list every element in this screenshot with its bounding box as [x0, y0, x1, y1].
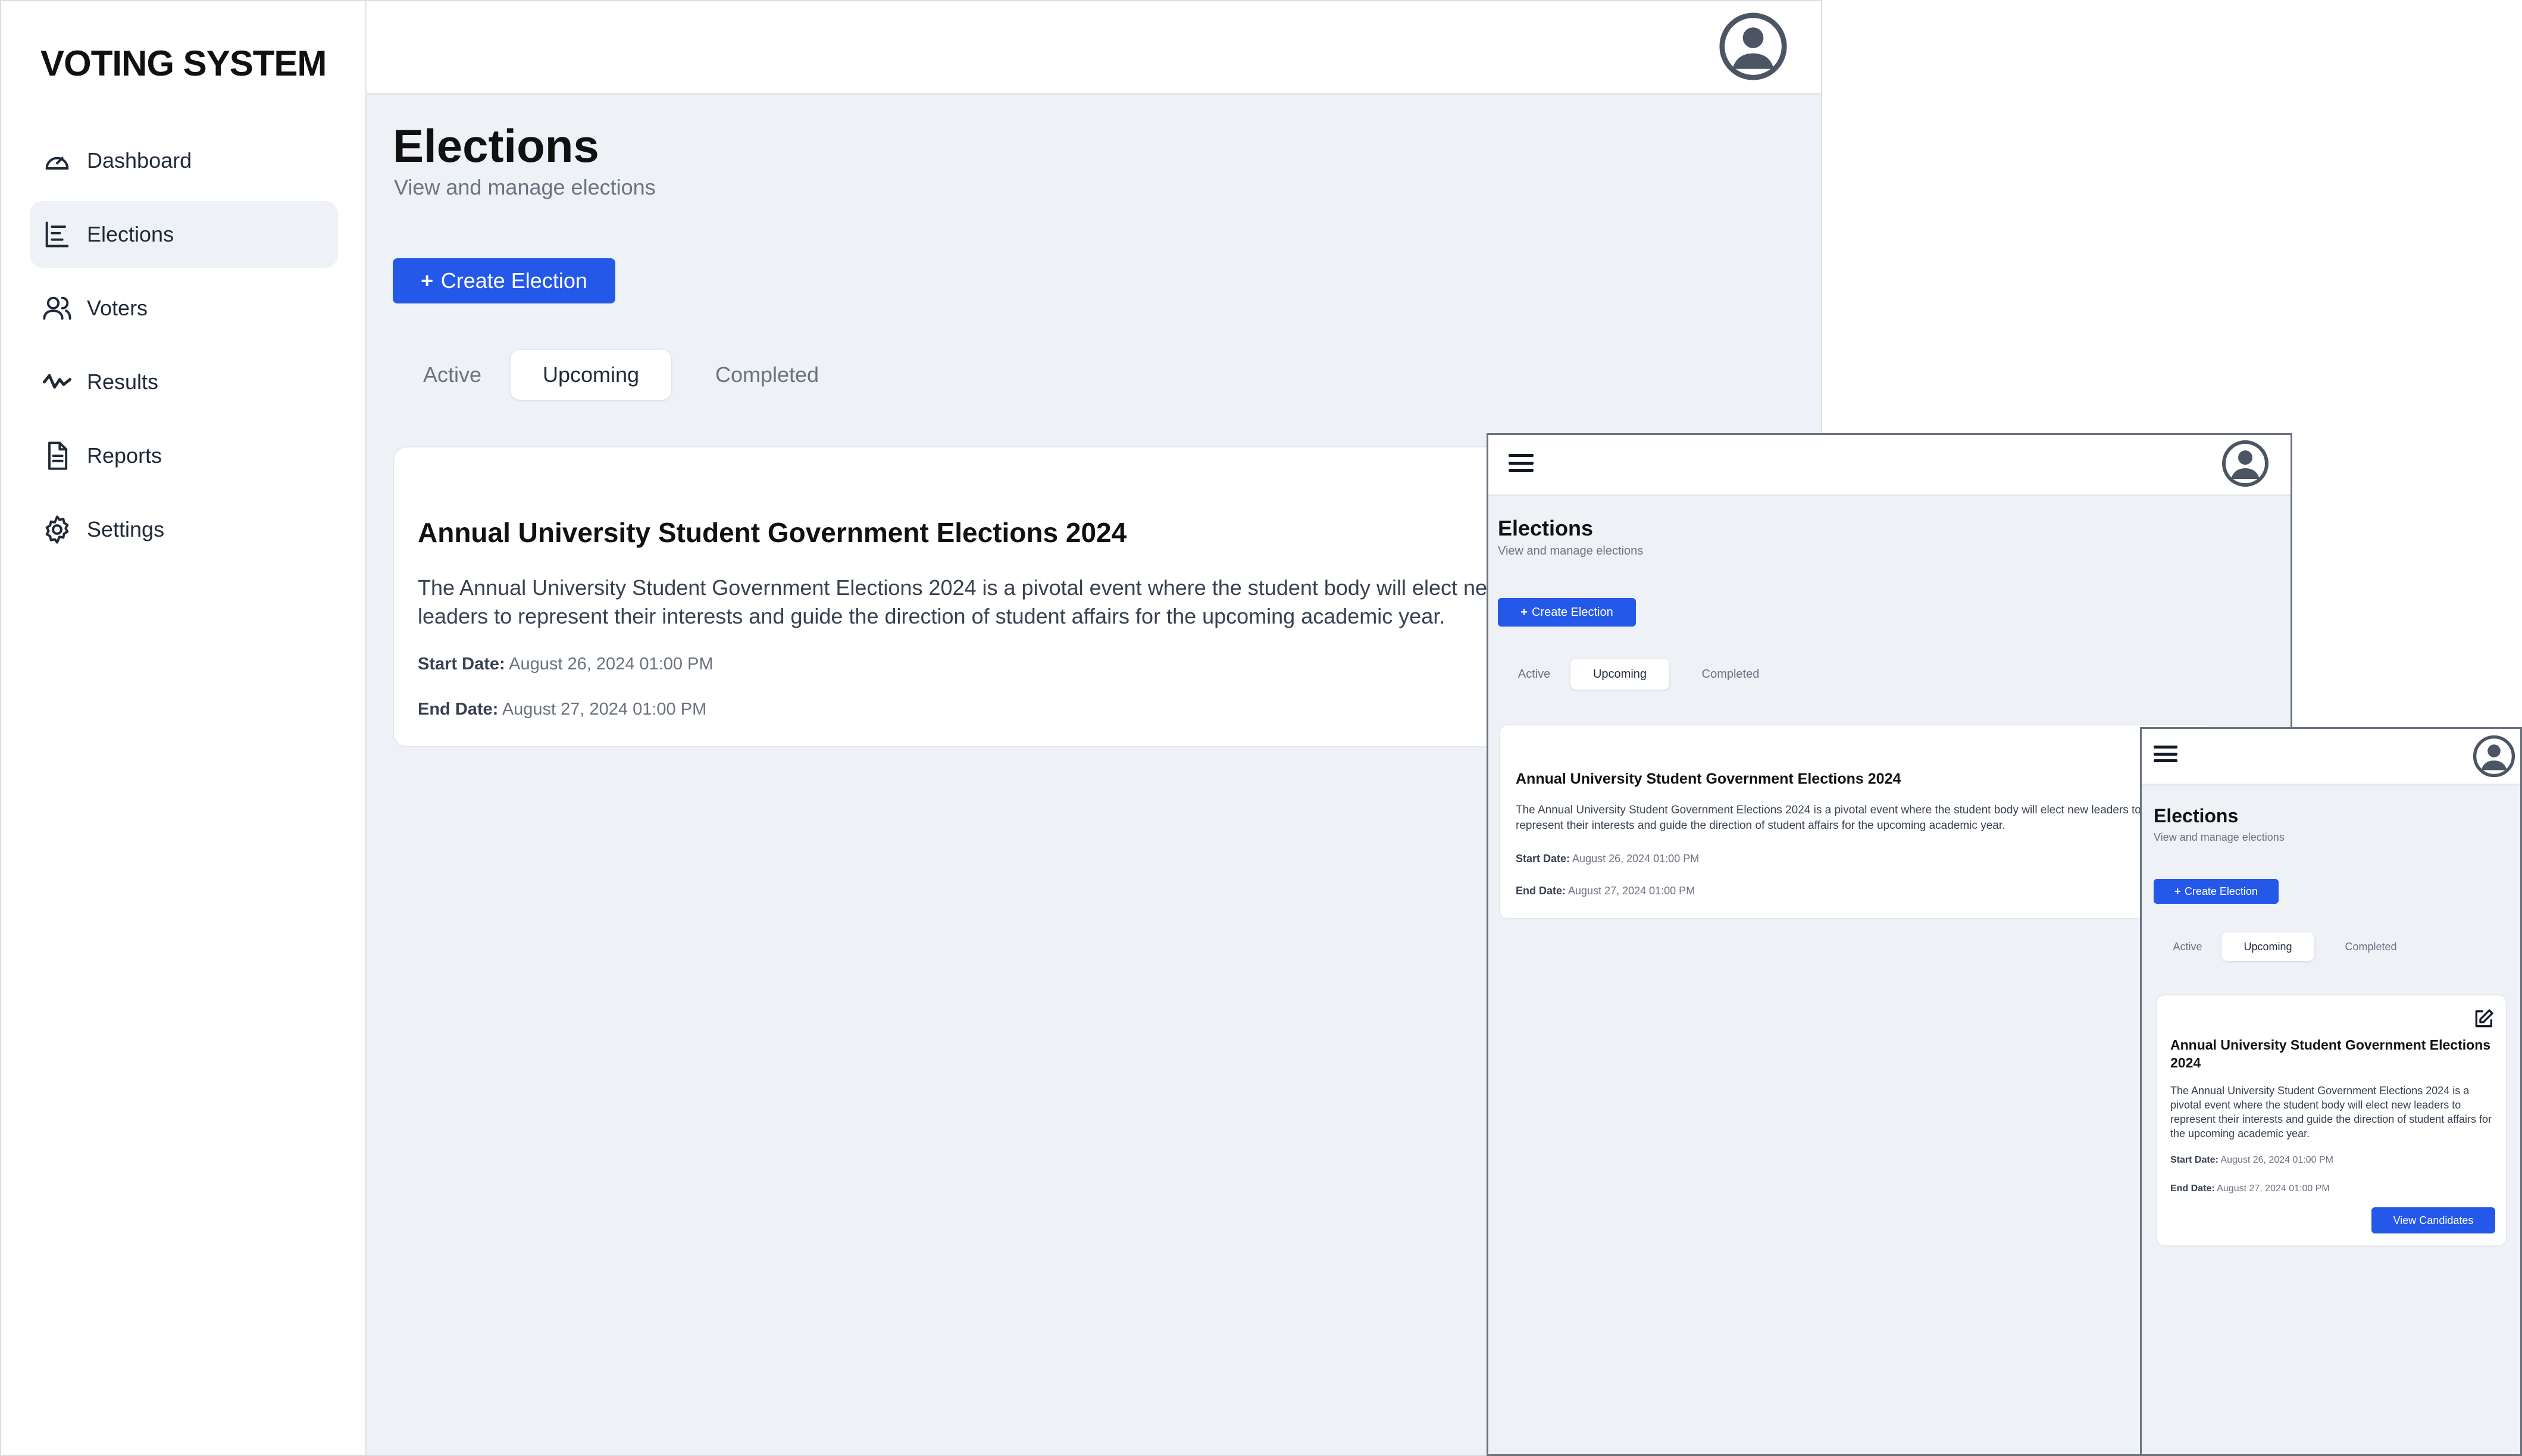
election-card: Annual University Student Government Ele… — [2156, 994, 2507, 1247]
page-title: Elections — [393, 120, 599, 172]
sidebar-item-label: Settings — [87, 517, 165, 541]
start-date-label: Start Date: — [2170, 1155, 2219, 1165]
page-title: Elections — [2154, 805, 2239, 826]
election-card: Annual University Student Government Ele… — [393, 446, 1583, 747]
plus-icon: + — [2174, 885, 2181, 897]
create-election-button[interactable]: + Create Election — [2154, 879, 2279, 904]
election-description: The Annual University Student Government… — [2170, 1085, 2492, 1139]
create-election-button[interactable]: + Create Election — [1498, 598, 1636, 627]
start-date: Start Date: August 26, 2024 01:00 PM — [2170, 1155, 2333, 1166]
start-date-value: August 26, 2024 01:00 PM — [509, 655, 714, 674]
end-date-value: August 27, 2024 01:00 PM — [502, 700, 707, 719]
edit-icon[interactable] — [2471, 1007, 2495, 1031]
trend-icon — [42, 367, 73, 397]
election-title: Annual University Student Government Ele… — [2170, 1037, 2491, 1070]
create-election-button[interactable]: + Create Election — [393, 258, 615, 303]
sidebar-item-elections[interactable]: Elections — [30, 201, 338, 268]
tab-upcoming[interactable]: Upcoming — [1570, 659, 1669, 690]
create-election-label: Create Election — [1531, 605, 1613, 619]
sidebar-item-reports[interactable]: Reports — [30, 422, 338, 489]
tab-completed[interactable]: Completed — [671, 350, 863, 400]
tab-active[interactable]: Active — [2154, 932, 2221, 961]
gauge-icon — [42, 145, 73, 176]
sidebar-item-settings[interactable]: Settings — [30, 496, 338, 563]
end-date: End Date: August 27, 2024 01:00 PM — [1516, 885, 1695, 897]
start-date-label: Start Date: — [1516, 853, 1570, 865]
election-description: The Annual University Student Government… — [1516, 804, 2141, 832]
sidebar-item-voters[interactable]: Voters — [30, 275, 338, 342]
end-date: End Date: August 27, 2024 01:00 PM — [418, 700, 706, 719]
end-date-label: End Date: — [1516, 885, 1566, 897]
start-date: Start Date: August 26, 2024 01:00 PM — [1516, 853, 1699, 865]
election-description: The Annual University Student Government… — [418, 575, 1503, 628]
tab-completed[interactable]: Completed — [1669, 659, 1792, 690]
sidebar-item-dashboard[interactable]: Dashboard — [30, 127, 338, 194]
election-tabs: Active Upcoming Completed — [394, 350, 863, 400]
page-subtitle: View and manage elections — [394, 175, 656, 199]
sidebar-item-label: Reports — [87, 443, 162, 468]
start-date-value: August 26, 2024 01:00 PM — [1572, 853, 1700, 865]
plus-icon: + — [1520, 605, 1528, 619]
app-brand: VOTING SYSTEM — [40, 43, 327, 83]
gear-icon — [42, 514, 73, 545]
users-icon — [42, 293, 73, 324]
end-date: End Date: August 27, 2024 01:00 PM — [2170, 1183, 2330, 1194]
page-subtitle: View and manage elections — [1498, 544, 1644, 558]
hamburger-menu-icon[interactable] — [2154, 746, 2177, 762]
tab-completed[interactable]: Completed — [2314, 932, 2427, 961]
create-election-label: Create Election — [440, 268, 587, 293]
tab-active[interactable]: Active — [1498, 659, 1570, 690]
tab-active[interactable]: Active — [394, 350, 511, 400]
mobile-view: Elections View and manage elections + Cr… — [2140, 727, 2522, 1456]
end-date-value: August 27, 2024 01:00 PM — [1568, 885, 1695, 897]
plus-icon: + — [421, 268, 434, 293]
election-tabs: Active Upcoming Completed — [1498, 659, 1792, 690]
sidebar: VOTING SYSTEM Dashboard Elections Voters… — [1, 1, 367, 1455]
tab-upcoming[interactable]: Upcoming — [2221, 932, 2314, 961]
avatar-icon[interactable] — [1719, 12, 1788, 81]
avatar-icon[interactable] — [2473, 735, 2515, 778]
sidebar-item-label: Results — [87, 370, 159, 394]
election-title: Annual University Student Government Ele… — [1516, 771, 1901, 787]
page-title: Elections — [1498, 516, 1594, 540]
end-date-label: End Date: — [2170, 1183, 2215, 1194]
create-election-label: Create Election — [2184, 885, 2258, 897]
bar-list-icon — [42, 219, 73, 250]
hamburger-menu-icon[interactable] — [1509, 454, 1534, 472]
page-subtitle: View and manage elections — [2154, 831, 2285, 843]
sidebar-item-label: Voters — [87, 296, 148, 320]
document-icon — [42, 440, 73, 471]
tab-upcoming[interactable]: Upcoming — [511, 350, 671, 400]
top-bar — [1488, 435, 2291, 496]
avatar-icon[interactable] — [2221, 440, 2269, 487]
start-date-label: Start Date: — [418, 655, 505, 674]
start-date: Start Date: August 26, 2024 01:00 PM — [418, 655, 714, 674]
election-tabs: Active Upcoming Completed — [2154, 932, 2427, 961]
top-bar — [367, 1, 1821, 95]
end-date-label: End Date: — [418, 700, 499, 719]
view-candidates-button[interactable]: View Candidates — [2371, 1207, 2495, 1233]
sidebar-item-results[interactable]: Results — [30, 349, 338, 415]
top-bar — [2142, 729, 2520, 785]
start-date-value: August 26, 2024 01:00 PM — [2220, 1155, 2333, 1165]
sidebar-item-label: Dashboard — [87, 148, 192, 173]
sidebar-item-label: Elections — [87, 222, 174, 246]
election-card: Annual University Student Government Ele… — [1499, 724, 2213, 919]
election-title: Annual University Student Government Ele… — [418, 517, 1127, 548]
end-date-value: August 27, 2024 01:00 PM — [2217, 1183, 2330, 1194]
